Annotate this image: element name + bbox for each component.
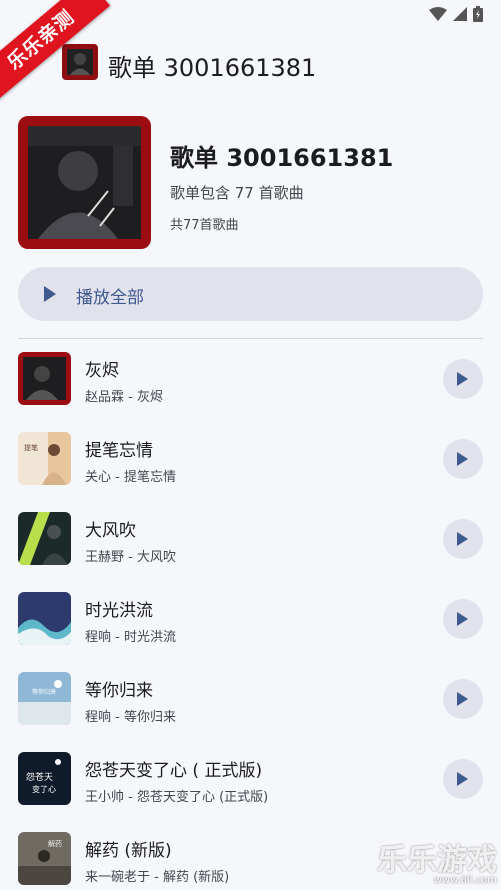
play-all-button[interactable]: 播放全部 [18,267,483,321]
status-icons [429,6,483,22]
playlist-header: 歌单 3001661381 歌单包含 77 首歌曲 共77首歌曲 [18,116,483,250]
song-row[interactable]: 提笔 提笔忘情 关心 - 提笔忘情 [0,420,501,500]
song-title: 怨苍天变了心 ( 正式版) [85,761,263,781]
song-play-button[interactable] [443,679,483,719]
playlist-description: 歌单包含 77 首歌曲 [170,184,304,202]
svg-text:变了心: 变了心 [32,784,56,794]
song-artist: 赵品霖 - 灰烬 [85,390,163,405]
song-artist: 来一碗老于 - 解药 (新版) [85,870,230,885]
song-cover: 提笔 [18,432,71,485]
song-title: 大风吹 [85,521,136,541]
playlist-title: 歌单 3001661381 [170,144,394,172]
app-bar-title: 歌单 3001661381 [108,54,317,82]
wifi-icon [429,7,447,21]
song-row[interactable]: 时光洪流 程响 - 时光洪流 [0,580,501,660]
play-all-label: 播放全部 [76,288,144,308]
watermark-logo: 乐乐游戏 [377,843,497,878]
song-play-button[interactable] [443,599,483,639]
song-artist: 王赫野 - 大风吹 [85,550,176,565]
playlist-cover [18,116,151,249]
song-row[interactable]: 怨苍天 变了心 怨苍天变了心 ( 正式版) 王小帅 - 怨苍天变了心 (正式版) [0,740,501,820]
song-title: 等你归来 [85,681,153,701]
song-title: 时光洪流 [85,601,153,621]
song-artist: 王小帅 - 怨苍天变了心 (正式版) [85,790,269,805]
song-cover: 等你归来 [18,672,71,725]
song-title: 灰烬 [85,361,119,381]
song-row[interactable]: 灰烬 赵品霖 - 灰烬 [0,340,501,420]
song-cover [18,512,71,565]
song-title: 提笔忘情 [85,441,153,461]
signal-icon [453,7,467,21]
battery-icon [473,6,483,22]
song-cover [18,592,71,645]
divider [18,338,483,339]
song-cover: 解药 [18,832,71,885]
song-play-button[interactable] [443,759,483,799]
playlist-song-count: 共77首歌曲 [170,218,239,233]
song-play-button[interactable] [443,359,483,399]
play-icon [457,452,468,466]
top-app-bar: 歌单 3001661381 [0,36,501,90]
song-row[interactable]: 大风吹 王赫野 - 大风吹 [0,500,501,580]
svg-text:提笔: 提笔 [24,443,38,452]
song-cover: 怨苍天 变了心 [18,752,71,805]
svg-text:等你归来: 等你归来 [32,688,56,696]
svg-text:解药: 解药 [48,839,62,848]
song-artist: 关心 - 提笔忘情 [85,470,176,485]
song-artist: 程响 - 等你归来 [85,710,176,725]
play-icon [457,612,468,626]
play-icon [457,532,468,546]
play-icon [44,286,56,302]
play-icon [457,772,468,786]
play-icon [457,692,468,706]
app-bar-cover-thumbnail [62,44,98,80]
song-cover [18,352,71,405]
song-play-button[interactable] [443,519,483,559]
watermark: 乐乐游戏 www.6ll.com [377,835,497,886]
song-row[interactable]: 等你归来 等你归来 程响 - 等你归来 [0,660,501,740]
svg-text:怨苍天: 怨苍天 [26,771,53,783]
song-title: 解药 (新版) [85,841,172,861]
song-artist: 程响 - 时光洪流 [85,630,176,645]
play-icon [457,372,468,386]
song-play-button[interactable] [443,439,483,479]
